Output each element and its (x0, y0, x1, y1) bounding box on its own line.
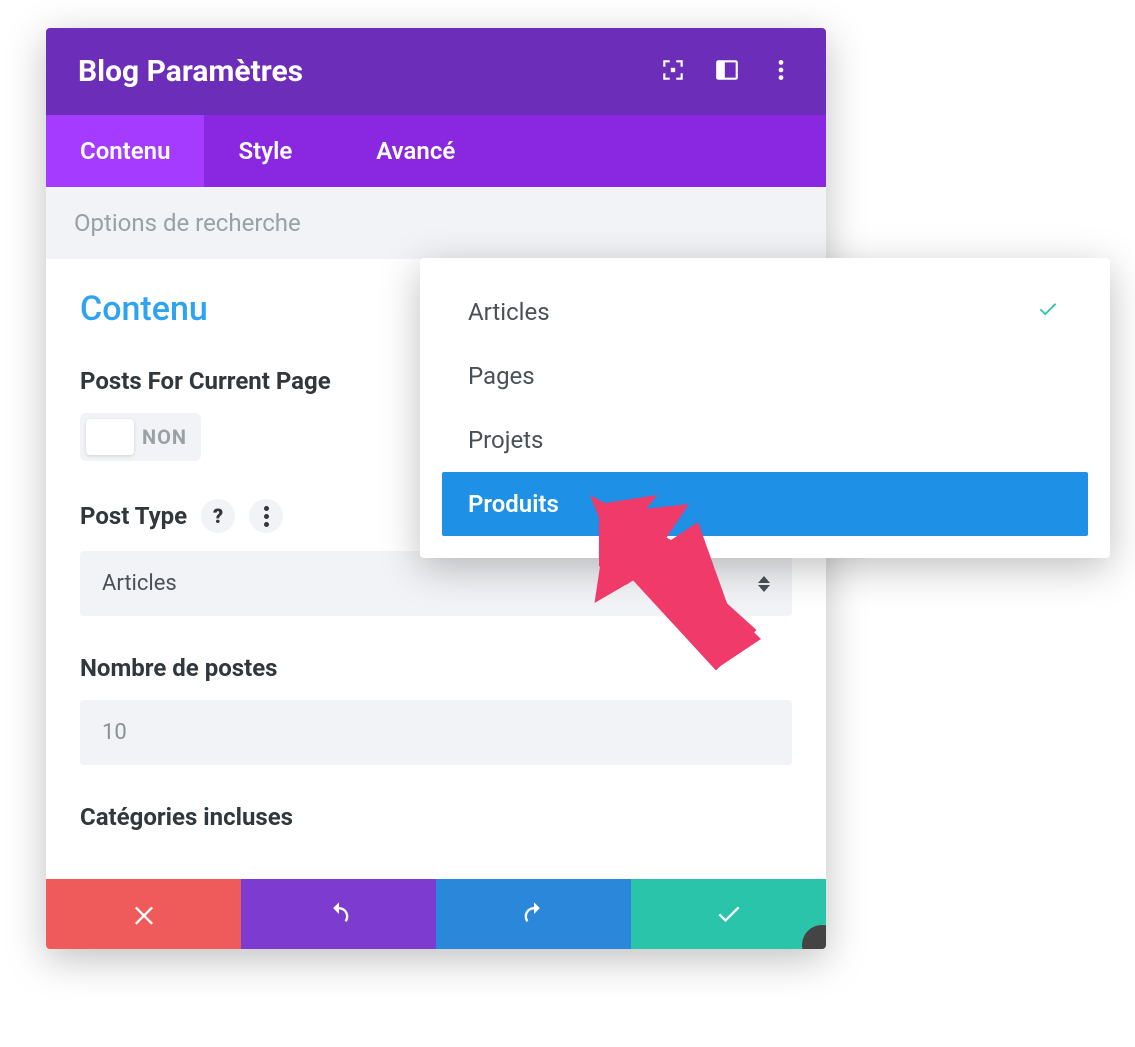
select-caret-icon (758, 576, 770, 592)
posts-for-page-toggle[interactable]: NON (80, 413, 201, 461)
tab-advanced[interactable]: Avancé (326, 115, 489, 187)
panel-header: Blog Paramètres (46, 28, 826, 115)
check-icon (1034, 298, 1062, 326)
header-icon-group (660, 57, 794, 87)
tab-style[interactable]: Style (204, 115, 326, 187)
post-type-dropdown: Articles Pages Projets Produits (420, 258, 1110, 558)
num-posts-label: Nombre de postes (80, 654, 792, 682)
panel-title: Blog Paramètres (78, 54, 303, 89)
close-button[interactable] (46, 879, 241, 949)
dropdown-item-label: Projets (468, 426, 543, 454)
sidebar-toggle-icon[interactable] (714, 57, 740, 87)
post-type-selected-value: Articles (102, 571, 177, 596)
field-more-icon[interactable] (249, 499, 283, 533)
search-options-input[interactable]: Options de recherche (46, 187, 826, 259)
field-categories: Catégories incluses (80, 803, 792, 831)
field-num-posts: Nombre de postes 10 (80, 654, 792, 765)
toggle-knob (86, 419, 134, 455)
dropdown-item-pages[interactable]: Pages (442, 344, 1088, 408)
panel-footer (46, 879, 826, 949)
dropdown-item-label: Pages (468, 362, 535, 390)
post-type-label: Post Type (80, 502, 187, 530)
post-type-select[interactable]: Articles (80, 551, 792, 616)
expand-icon[interactable] (660, 57, 686, 87)
dropdown-item-label: Produits (468, 490, 559, 518)
tab-content[interactable]: Contenu (46, 115, 204, 187)
categories-label: Catégories incluses (80, 803, 792, 831)
undo-button[interactable] (241, 879, 436, 949)
save-button[interactable] (631, 879, 826, 949)
redo-button[interactable] (436, 879, 631, 949)
dropdown-item-produits[interactable]: Produits (442, 472, 1088, 536)
more-icon[interactable] (768, 57, 794, 87)
help-icon[interactable]: ? (201, 499, 235, 533)
dropdown-item-label: Articles (468, 298, 550, 326)
dropdown-item-articles[interactable]: Articles (442, 280, 1088, 344)
dropdown-item-projets[interactable]: Projets (442, 408, 1088, 472)
toggle-state-text: NON (142, 425, 187, 449)
num-posts-input[interactable]: 10 (80, 700, 792, 765)
tab-bar: Contenu Style Avancé (46, 115, 826, 187)
